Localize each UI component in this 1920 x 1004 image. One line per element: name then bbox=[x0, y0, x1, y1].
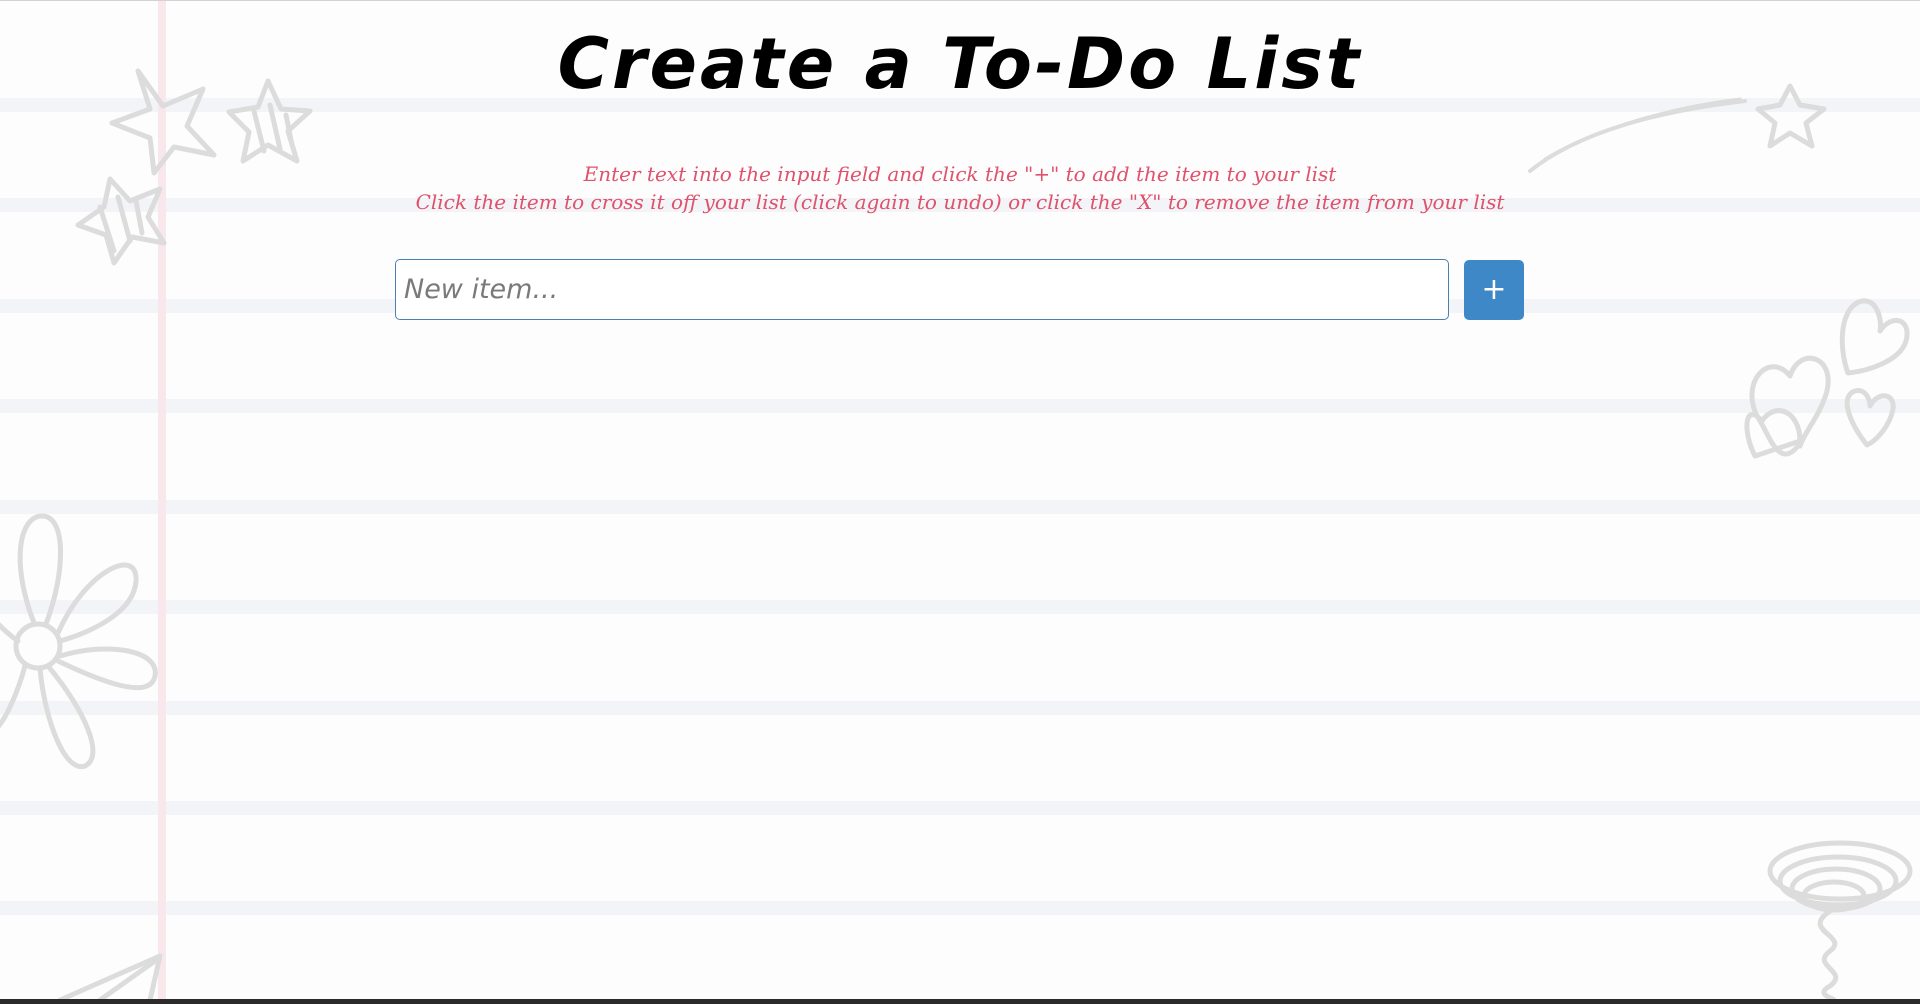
instruction-line-add: Enter text into the input field and clic… bbox=[583, 162, 1337, 186]
doodle-decorations bbox=[0, 68, 1913, 999]
spiral-doodle-icon bbox=[1767, 840, 1913, 999]
page-title: Create a To-Do List bbox=[557, 23, 1363, 105]
paper-plane-doodle-icon bbox=[57, 953, 163, 999]
plus-icon: + bbox=[1481, 272, 1507, 307]
new-item-input[interactable] bbox=[395, 259, 1449, 320]
window-bottom-edge bbox=[0, 999, 1920, 1004]
add-item-button[interactable]: + bbox=[1464, 260, 1524, 320]
flower-doodle-icon bbox=[0, 513, 158, 770]
instructions: Enter text into the input field and clic… bbox=[0, 160, 1920, 216]
heart-doodle-icon bbox=[1744, 298, 1910, 459]
notebook-paper-background: Create a To-Do List Enter text into the … bbox=[0, 0, 1920, 999]
instruction-line-cross-off: Click the item to cross it off your list… bbox=[415, 190, 1505, 214]
